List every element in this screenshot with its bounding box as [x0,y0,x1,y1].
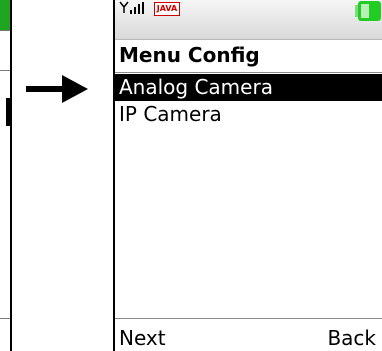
divider [0,318,10,319]
next-softkey[interactable]: Next [119,325,166,351]
screenshot-stage: JAVA Menu Config Analog Camera IP Camera… [0,0,382,351]
previous-screen-fragment [0,0,12,351]
java-icon: JAVA [154,2,180,16]
phone-screen: JAVA Menu Config Analog Camera IP Camera… [113,0,382,351]
back-softkey[interactable]: Back [327,325,376,351]
screen-title: Menu Config [119,43,260,67]
menu-item-ip-camera[interactable]: IP Camera [115,101,382,128]
previous-screen-header-fragment [0,0,10,30]
menu-list: Analog Camera IP Camera [115,74,382,128]
right-arrow-icon [26,75,88,103]
divider [0,30,10,31]
menu-item-analog-camera[interactable]: Analog Camera [115,74,382,101]
battery-icon [355,1,381,21]
signal-strength-icon [119,1,144,14]
divider [0,70,10,71]
softkey-bar: Next Back [115,318,382,351]
status-bar: JAVA [115,0,382,40]
previous-screen-selection-fragment [6,98,12,126]
divider [115,72,382,73]
